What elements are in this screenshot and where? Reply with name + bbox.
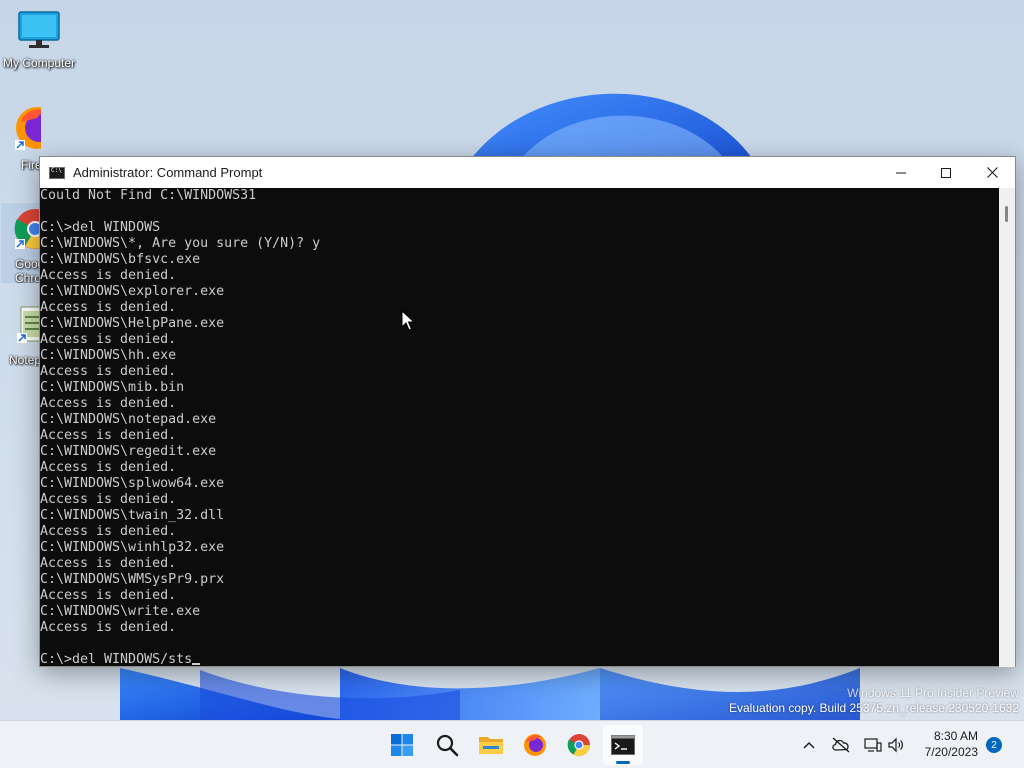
chrome-icon — [567, 734, 590, 756]
mouse-pointer-icon — [401, 310, 415, 331]
chevron-up-icon — [803, 742, 815, 749]
vertical-scrollbar[interactable] — [999, 188, 1015, 667]
console-line: Access is denied. — [40, 300, 177, 315]
chrome-taskbar-button[interactable] — [559, 725, 599, 765]
desktop-icon-label: Firefox — [21, 158, 41, 172]
console-line: Access is denied. — [40, 556, 177, 571]
notification-badge[interactable]: 2 — [986, 737, 1002, 753]
taskbar: 8:30 AM 7/20/2023 2 — [0, 720, 1024, 768]
desktop-icon-google-chrome[interactable]: Google Chrome — [0, 202, 40, 284]
console-line: Access is denied. — [40, 268, 177, 283]
text-cursor — [192, 663, 201, 665]
console-line: C:\WINDOWS\mib.bin — [40, 380, 185, 395]
console-line: C:\WINDOWS\bfsvc.exe — [40, 252, 201, 267]
file-explorer-button[interactable] — [471, 725, 511, 765]
firefox-taskbar-button[interactable] — [515, 725, 555, 765]
console-prompt-line[interactable]: C:\>del WINDOWS/sts — [40, 652, 1000, 667]
scrollbar-thumb[interactable] — [1005, 206, 1008, 222]
desktop-icon-label: Google Chrome — [15, 257, 39, 283]
console-line: C:\WINDOWS\twain_32.dll — [40, 508, 225, 523]
console-line: C:\WINDOWS\write.exe — [40, 604, 201, 619]
clock-time: 8:30 AM — [933, 729, 978, 743]
start-icon — [391, 734, 413, 756]
search-button[interactable] — [427, 725, 467, 765]
show-hidden-icons-button[interactable] — [797, 733, 821, 757]
desktop-icon-firefox[interactable]: Firefox — [1, 104, 41, 172]
console-line: Access is denied. — [40, 588, 177, 603]
command-prompt-icon — [49, 166, 65, 179]
maximize-icon — [941, 167, 951, 178]
watermark-edition: Windows 11 Pro Insider Preview — [847, 686, 1019, 700]
console-line: Access is denied. — [40, 428, 177, 443]
desktop-icon-my-computer[interactable]: My Computer — [1, 10, 77, 70]
start-button[interactable] — [382, 725, 422, 765]
console-line: C:\WINDOWS\winhlp32.exe — [40, 540, 225, 555]
command-prompt-window[interactable]: Administrator: Command Prompt Could Not … — [39, 156, 1016, 667]
console-output[interactable]: Could Not Find C:\WINDOWS31 C:\>del WINDO… — [40, 188, 1000, 667]
console-line: C:\WINDOWS\explorer.exe — [40, 284, 225, 299]
maximize-button[interactable] — [923, 157, 969, 188]
window-titlebar[interactable]: Administrator: Command Prompt — [40, 157, 1015, 188]
minimize-icon — [896, 172, 906, 173]
minimize-button[interactable] — [878, 157, 924, 188]
cloud-offline-icon — [832, 737, 850, 753]
console-line: Access is denied. — [40, 460, 177, 475]
network-icon — [864, 738, 882, 752]
file-explorer-icon — [479, 737, 503, 754]
console-line: C:\>del WINDOWS — [40, 220, 161, 235]
active-app-indicator — [616, 761, 630, 764]
notepad-icon — [17, 306, 39, 343]
console-line: C:\WINDOWS\notepad.exe — [40, 412, 217, 427]
chrome-icon — [14, 209, 39, 249]
taskbar-clock[interactable]: 8:30 AM 7/20/2023 — [925, 728, 978, 760]
console-line: Access is denied. — [40, 364, 177, 379]
firefox-icon — [524, 734, 546, 756]
desktop-icon-notepad[interactable]: Notepad — [1, 303, 39, 367]
console-line: C:\WINDOWS\regedit.exe — [40, 444, 217, 459]
close-button[interactable] — [969, 157, 1015, 188]
network-button[interactable] — [861, 733, 885, 757]
console-line: C:\WINDOWS\hh.exe — [40, 348, 177, 363]
firefox-icon — [15, 107, 41, 150]
console-prompt-text: C:\>del WINDOWS/sts — [40, 652, 193, 667]
window-title: Administrator: Command Prompt — [73, 165, 263, 180]
command-prompt-icon — [611, 735, 635, 755]
desktop-icon-label: Notepad — [9, 353, 39, 367]
console-line: C:\WINDOWS\*, Are you sure (Y/N)? y — [40, 236, 321, 251]
console-line: C:\WINDOWS\HelpPane.exe — [40, 316, 225, 331]
console-line: Access is denied. — [40, 492, 177, 507]
console-line: C:\WINDOWS\WMSysPr9.prx — [40, 572, 225, 587]
volume-button[interactable] — [884, 733, 908, 757]
console-line: C:\WINDOWS\splwow64.exe — [40, 476, 225, 491]
console-line: Access is denied. — [40, 524, 177, 539]
close-icon — [986, 167, 998, 178]
clock-date: 7/20/2023 — [924, 745, 978, 759]
windows-watermark: Windows 11 Pro Insider Preview Evaluatio… — [729, 686, 1019, 716]
console-line: Access is denied. — [40, 332, 177, 347]
console-line: Access is denied. — [40, 396, 177, 411]
console-line: Access is denied. — [40, 620, 177, 635]
command-prompt-taskbar-button[interactable] — [603, 725, 643, 765]
watermark-build: Evaluation copy. Build 25375.zn_release.… — [729, 701, 1019, 715]
search-icon — [436, 734, 459, 757]
volume-icon — [888, 737, 903, 753]
monitor-icon — [18, 11, 60, 48]
desktop-icon-label: My Computer — [2, 56, 76, 70]
console-line: Could Not Find C:\WINDOWS31 — [40, 188, 257, 203]
onedrive-button[interactable] — [829, 733, 853, 757]
